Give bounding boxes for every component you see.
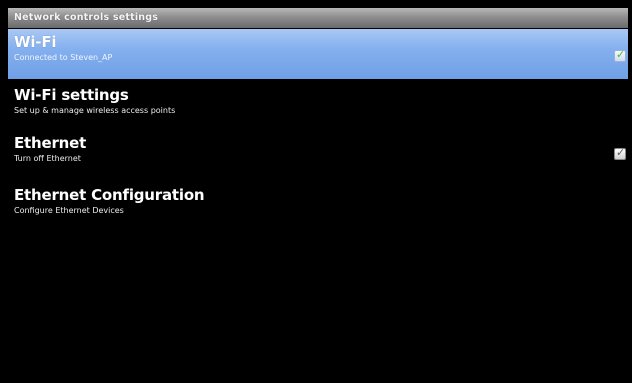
settings-list: Wi-Fi Connected to Steven_AP ✓ Wi-Fi set… bbox=[8, 29, 628, 383]
wifi-title: Wi-Fi bbox=[14, 33, 57, 51]
ethernet-configuration-summary: Configure Ethernet Devices bbox=[14, 206, 124, 215]
wifi-settings-summary: Set up & manage wireless access points bbox=[14, 106, 176, 115]
checkmark-icon: ✓ bbox=[616, 146, 626, 159]
wifi-summary: Connected to Steven_AP bbox=[14, 53, 113, 62]
screen: Network controls settings Wi-Fi Connecte… bbox=[0, 0, 632, 383]
settings-item-wifi[interactable]: Wi-Fi Connected to Steven_AP ✓ bbox=[8, 29, 628, 79]
settings-item-ethernet[interactable]: Ethernet Turn off Ethernet bbox=[8, 129, 628, 180]
wifi-checkbox[interactable]: ✓ bbox=[614, 48, 626, 62]
settings-item-ethernet-configuration[interactable]: Ethernet Configuration Configure Etherne… bbox=[8, 180, 628, 230]
checkmark-icon: ✓ bbox=[616, 48, 626, 61]
ethernet-checkbox[interactable]: ✓ bbox=[614, 146, 626, 160]
page-title: Network controls settings bbox=[14, 12, 159, 23]
ethernet-title: Ethernet bbox=[14, 134, 87, 152]
wifi-settings-title: Wi-Fi settings bbox=[14, 86, 129, 104]
ethernet-summary: Turn off Ethernet bbox=[14, 154, 81, 163]
ethernet-configuration-title: Ethernet Configuration bbox=[14, 186, 205, 204]
settings-item-wifi-settings[interactable]: Wi-Fi settings Set up & manage wireless … bbox=[8, 79, 628, 129]
title-bar: Network controls settings bbox=[8, 8, 628, 28]
